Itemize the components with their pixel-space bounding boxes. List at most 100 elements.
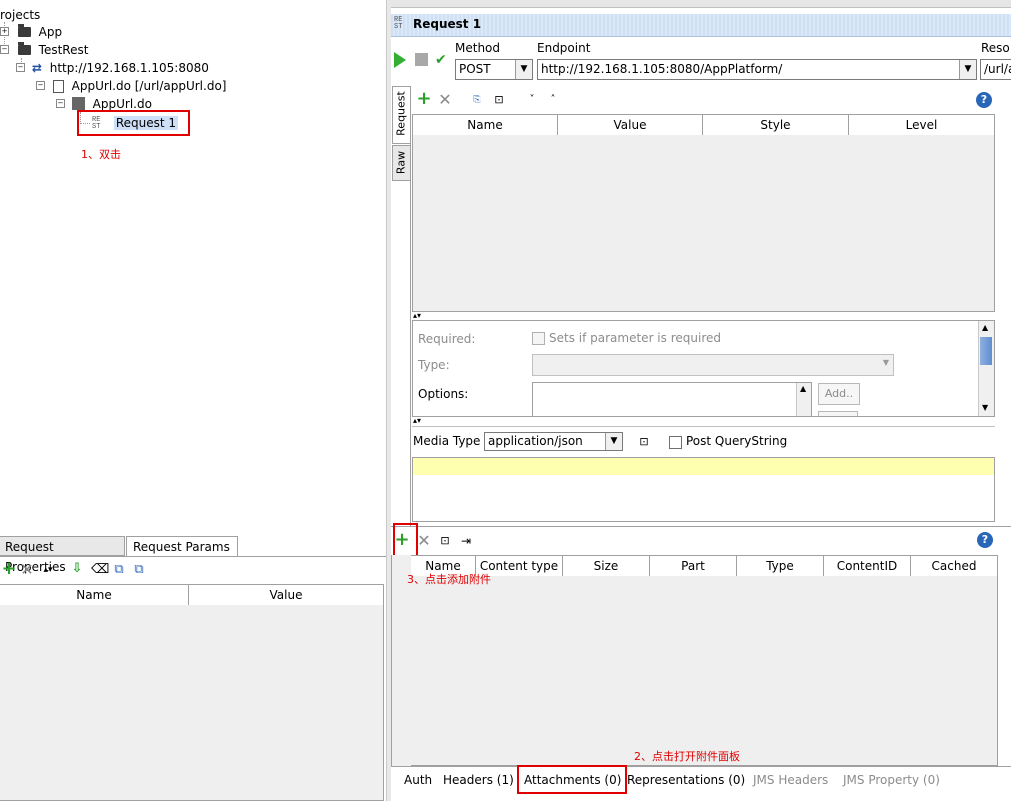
column-header-part[interactable]: Part bbox=[650, 556, 737, 576]
splitter-arrows-icon[interactable]: ▴▾ bbox=[413, 416, 421, 425]
left-bottom-panel: Request Properties Request Params + ✕ ▴▾… bbox=[0, 535, 386, 801]
add-option-button[interactable]: Add.. bbox=[818, 383, 860, 405]
post-querystring-checkbox[interactable] bbox=[669, 436, 682, 449]
tab-jms-headers[interactable]: JMS Headers bbox=[753, 771, 828, 789]
eraser-icon[interactable]: ⌫ bbox=[91, 562, 109, 578]
side-tab-request[interactable]: Request bbox=[392, 86, 410, 144]
options-label: Options: bbox=[418, 387, 469, 401]
params-table: Name Value Style Level bbox=[412, 114, 995, 312]
export-attachment-icon[interactable]: ⇥ bbox=[458, 533, 474, 549]
collapse-icon[interactable]: − bbox=[16, 63, 25, 72]
tab-auth[interactable]: Auth bbox=[404, 771, 432, 789]
extract-params-icon[interactable]: ⎘ bbox=[469, 92, 485, 108]
move-up-icon[interactable]: ˄ bbox=[545, 92, 561, 108]
resource-field[interactable]: /url/a bbox=[980, 59, 1011, 80]
detail-scrollbar[interactable]: ▲ ▼ bbox=[978, 321, 994, 416]
column-header-size[interactable]: Size bbox=[563, 556, 650, 576]
tab-request-properties[interactable]: Request Properties bbox=[0, 536, 125, 574]
side-tab-raw[interactable]: Raw bbox=[392, 145, 410, 181]
method-select[interactable]: POST ▼ bbox=[455, 59, 533, 80]
expand-icon[interactable]: + bbox=[0, 27, 9, 36]
folder-icon bbox=[17, 41, 31, 55]
submit-icon[interactable]: ✔ bbox=[435, 52, 447, 68]
tab-representations[interactable]: Representations (0) bbox=[627, 771, 745, 789]
param-detail-panel: Required: Sets if parameter is required … bbox=[412, 320, 995, 417]
import-icon[interactable]: ⇩ bbox=[69, 561, 85, 577]
method-icon bbox=[71, 97, 85, 110]
column-header-value[interactable]: Value bbox=[558, 115, 703, 135]
tab-request-params[interactable]: Request Params bbox=[126, 536, 238, 556]
open-attachment-icon[interactable]: ⊡ bbox=[437, 533, 453, 549]
column-header-name[interactable]: Name bbox=[0, 585, 189, 605]
request-title: Request 1 bbox=[413, 17, 482, 31]
chevron-down-icon[interactable]: ▼ bbox=[959, 60, 976, 79]
chevron-down-icon[interactable]: ▼ bbox=[605, 433, 622, 450]
scroll-up-icon[interactable]: ▲ bbox=[800, 384, 806, 393]
folder-icon bbox=[17, 23, 31, 37]
resource-icon bbox=[52, 80, 64, 93]
annotation-step-3: 3、点击添加附件 bbox=[407, 573, 491, 586]
tree-item-testrest[interactable]: − TestRest bbox=[0, 41, 88, 59]
endpoint-label: Endpoint bbox=[537, 41, 591, 55]
column-header-value[interactable]: Value bbox=[189, 585, 383, 605]
remove-attachment-icon[interactable]: ✕ bbox=[416, 533, 432, 549]
chevron-down-icon[interactable]: ▼ bbox=[515, 60, 532, 79]
resource-label: Reso bbox=[981, 41, 1010, 55]
tab-headers[interactable]: Headers (1) bbox=[443, 771, 514, 789]
chevron-down-icon: ▼ bbox=[882, 358, 889, 367]
add-property-icon[interactable]: + bbox=[1, 560, 17, 578]
scroll-up-icon[interactable]: ▲ bbox=[982, 323, 988, 332]
column-header-contentid[interactable]: ContentID bbox=[824, 556, 911, 576]
remove-property-icon[interactable]: ✕ bbox=[19, 562, 35, 578]
scroll-down-icon[interactable]: ▼ bbox=[982, 403, 988, 412]
request-title-bar: RE ST Request 1 bbox=[391, 14, 1011, 37]
column-header-type[interactable]: Type bbox=[737, 556, 824, 576]
column-header-style[interactable]: Style bbox=[703, 115, 849, 135]
type-label: Type: bbox=[418, 358, 450, 372]
rest-service-icon: ⇄ bbox=[31, 61, 42, 75]
tree-item-app[interactable]: + App bbox=[0, 23, 62, 41]
highlight-attachments-tab bbox=[517, 765, 627, 794]
collapse-icon[interactable]: − bbox=[0, 45, 9, 54]
clear-params-icon[interactable]: ⊡ bbox=[491, 92, 507, 108]
help-icon[interactable]: ? bbox=[977, 532, 993, 548]
paste-icon[interactable]: ⧉ bbox=[131, 562, 147, 578]
request-editor: RE ST Request 1 ✔ Method POST ▼ Endpoint… bbox=[391, 0, 1011, 802]
column-header-cached[interactable]: Cached bbox=[911, 556, 997, 576]
annotation-step-2: 2、点击打开附件面板 bbox=[634, 750, 740, 763]
remove-param-icon[interactable]: ✕ bbox=[437, 92, 453, 108]
collapse-icon[interactable]: − bbox=[56, 99, 65, 108]
project-tree: rojects + App − TestRest − ⇄ http://192.… bbox=[0, 0, 386, 530]
method-label: Method bbox=[455, 41, 501, 55]
tree-item-service[interactable]: − ⇄ http://192.168.1.105:8080 bbox=[16, 59, 209, 77]
format-icon[interactable]: ⊡ bbox=[636, 434, 652, 450]
type-select[interactable]: ▼ bbox=[532, 354, 894, 376]
help-icon[interactable]: ? bbox=[976, 92, 992, 108]
annotation-step-1: 1、双击 bbox=[81, 148, 121, 161]
media-type-label: Media Type bbox=[413, 434, 481, 448]
move-up-down-icon[interactable]: ▴▾ bbox=[40, 562, 56, 578]
run-icon[interactable] bbox=[394, 52, 406, 68]
highlight-request-1 bbox=[77, 110, 190, 136]
media-type-select[interactable]: application/json ▼ bbox=[484, 432, 623, 451]
properties-table: Name Value bbox=[0, 584, 384, 801]
splitter-arrows-icon[interactable]: ▴▾ bbox=[413, 311, 421, 320]
attachments-table: Name Content type Size Part Type Content… bbox=[410, 555, 998, 766]
column-header-name[interactable]: Name bbox=[413, 115, 558, 135]
required-checkbox-label: Sets if parameter is required bbox=[549, 331, 721, 345]
column-header-level[interactable]: Level bbox=[849, 115, 994, 135]
tree-item-resource[interactable]: − AppUrl.do [/url/appUrl.do] bbox=[36, 77, 226, 95]
required-checkbox[interactable] bbox=[532, 332, 545, 345]
required-label: Required: bbox=[418, 332, 476, 346]
tab-jms-property[interactable]: JMS Property (0) bbox=[843, 771, 940, 789]
post-querystring-label: Post QueryString bbox=[686, 434, 788, 448]
scroll-thumb[interactable] bbox=[980, 337, 992, 365]
collapse-icon[interactable]: − bbox=[36, 81, 45, 90]
add-param-icon[interactable]: + bbox=[416, 90, 432, 108]
request-body-editor[interactable] bbox=[412, 457, 995, 522]
options-list[interactable]: ▲ bbox=[532, 382, 812, 416]
move-down-icon[interactable]: ˅ bbox=[524, 92, 540, 108]
stop-icon[interactable] bbox=[415, 53, 428, 66]
endpoint-combo[interactable]: http://192.168.1.105:8080/AppPlatform/ ▼ bbox=[537, 59, 977, 80]
copy-icon[interactable]: ⧉ bbox=[111, 562, 127, 578]
